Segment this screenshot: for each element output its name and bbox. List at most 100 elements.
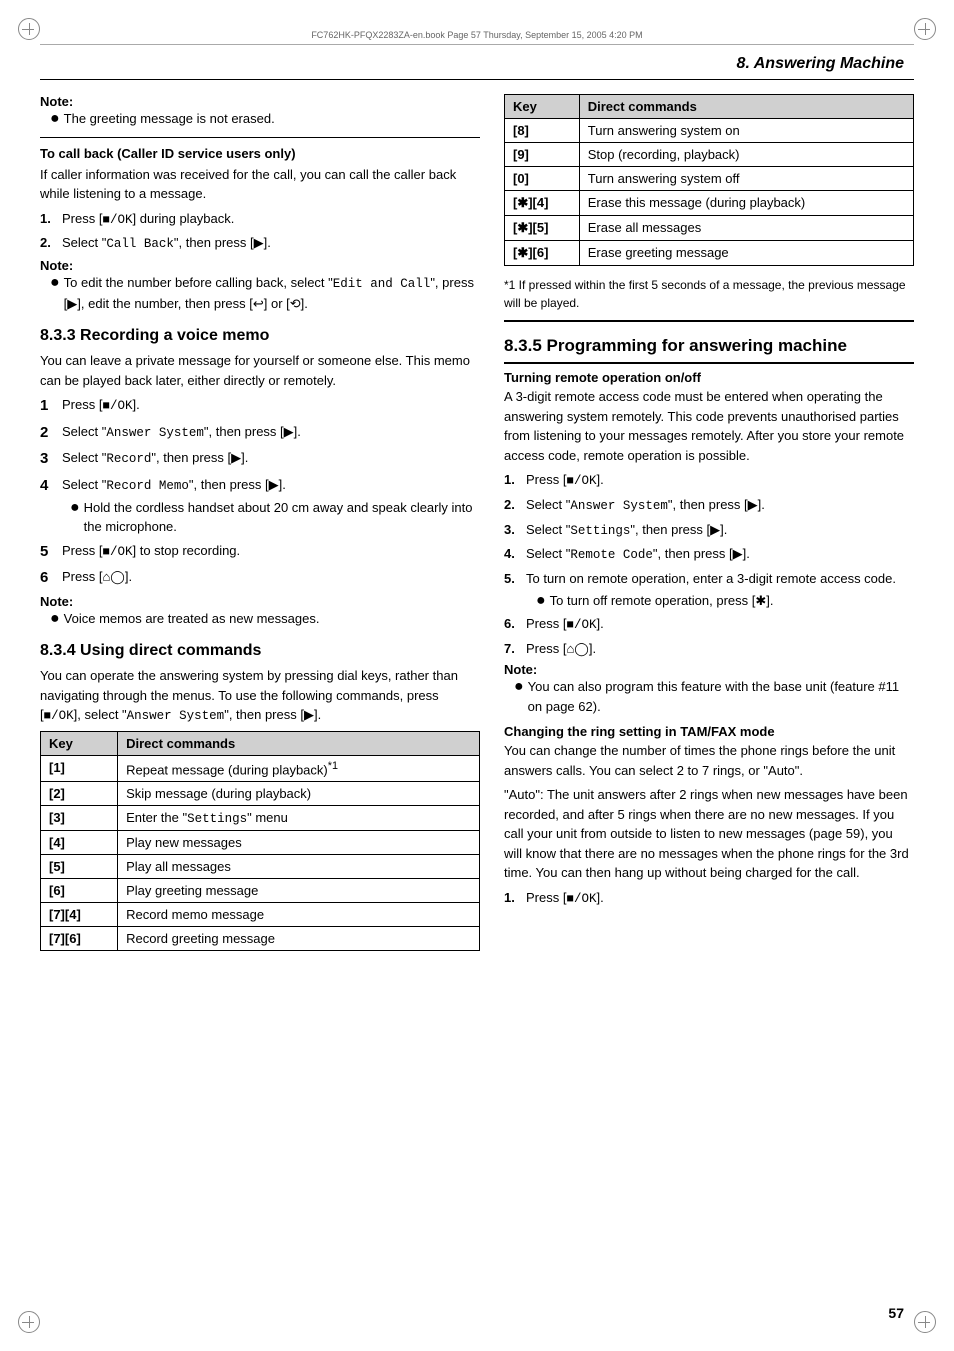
table2-header-key: Key <box>505 95 580 119</box>
table1-key-1: [1] <box>41 755 118 781</box>
step-content-2: Select "Call Back", then press [▶]. <box>62 233 480 254</box>
ring-body-1: You can change the number of times the p… <box>504 741 914 780</box>
table1-key-5: [5] <box>41 855 118 879</box>
bullet-833: ● <box>50 609 60 628</box>
bullet-1: ● <box>50 109 60 128</box>
step-callback-1: 1. Press [■/OK] during playback. <box>40 209 480 230</box>
step-835-content-5: To turn on remote operation, enter a 3-d… <box>526 569 914 610</box>
callback-body: If caller information was received for t… <box>40 165 480 204</box>
mono-callback: Call Back <box>106 237 174 251</box>
note-text-callback: To edit the number before calling back, … <box>64 273 480 313</box>
table-row: [✱][4] Erase this message (during playba… <box>505 191 914 216</box>
note-item-callback: ● To edit the number before calling back… <box>50 273 480 313</box>
mono-ok-835-6: ■/OK <box>566 618 596 632</box>
step-833-num-3: 3 <box>40 448 56 471</box>
step-833-content-2: Select "Answer System", then press [▶]. <box>62 422 480 445</box>
table-row: [2] Skip message (during playback) <box>41 782 480 806</box>
mono-ok-1: ■/OK <box>102 213 132 227</box>
table1-header-commands: Direct commands <box>118 731 480 755</box>
table2-cmd-star6: Erase greeting message <box>579 241 913 266</box>
bullet-callback: ● <box>50 273 60 292</box>
table2-header-commands: Direct commands <box>579 95 913 119</box>
step-835-sub-text: To turn off remote operation, press [✱]. <box>550 591 774 611</box>
chapter-title: 8. Answering Machine <box>737 55 904 73</box>
step-833-num-1: 1 <box>40 395 56 418</box>
mono-record-833: Record <box>106 452 151 466</box>
table2-key-star5: [✱][5] <box>505 216 580 241</box>
table1-cmd-5: Play all messages <box>118 855 480 879</box>
note-callback: Note: ● To edit the number before callin… <box>40 258 480 313</box>
table1-cmd-1: Repeat message (during playback)*1 <box>118 755 480 781</box>
section-834-body: You can operate the answering system by … <box>40 666 480 726</box>
step-833-2: 2 Select "Answer System", then press [▶]… <box>40 422 480 445</box>
table-row: [7][6] Record greeting message <box>41 927 480 951</box>
step-833-content-1: Press [■/OK]. <box>62 395 480 418</box>
table1-cmd-6: Play greeting message <box>118 879 480 903</box>
step-835-6: 6. Press [■/OK]. <box>504 614 914 635</box>
file-info: FC762HK-PFQX2283ZA-en.book Page 57 Thurs… <box>40 30 914 45</box>
table1-cmd-74: Record memo message <box>118 903 480 927</box>
note-label-833: Note: <box>40 594 480 609</box>
step-833-6: 6 Press [⌂◯]. <box>40 567 480 590</box>
step-835-5: 5. To turn on remote operation, enter a … <box>504 569 914 610</box>
table1-key-6: [6] <box>41 879 118 903</box>
table1-key-76: [7][6] <box>41 927 118 951</box>
right-column: Key Direct commands [8] Turn answering s… <box>504 94 914 961</box>
step-833-3: 3 Select "Record", then press [▶]. <box>40 448 480 471</box>
note-greeting-not-erased: Note: ● The greeting message is not eras… <box>40 94 480 129</box>
table2-cmd-9: Stop (recording, playback) <box>579 143 913 167</box>
step-835-content-1: Press [■/OK]. <box>526 470 914 491</box>
mono-ok-833-5: ■/OK <box>102 545 132 559</box>
step-833-1: 1 Press [■/OK]. <box>40 395 480 418</box>
corner-tr <box>914 18 936 40</box>
step-833-sub-bullet: ● Hold the cordless handset about 20 cm … <box>70 498 480 537</box>
step-835-num-3: 3. <box>504 520 520 541</box>
step-835-1: 1. Press [■/OK]. <box>504 470 914 491</box>
mono-edit-call: Edit and Call <box>333 277 431 291</box>
direct-commands-table-1: Key Direct commands [1] Repeat message (… <box>40 731 480 951</box>
corner-br <box>914 1311 936 1333</box>
table-row: [9] Stop (recording, playback) <box>505 143 914 167</box>
step-835-num-4: 4. <box>504 544 520 565</box>
table1-cmd-76: Record greeting message <box>118 927 480 951</box>
ring-heading: Changing the ring setting in TAM/FAX mod… <box>504 724 914 739</box>
section-divider-835b <box>504 362 914 364</box>
step-833-num-2: 2 <box>40 422 56 445</box>
note-text-833: Voice memos are treated as new messages. <box>64 609 320 629</box>
note-label-callback: Note: <box>40 258 480 273</box>
mono-ok-835-1: ■/OK <box>566 474 596 488</box>
mono-ok-834: ■/OK <box>44 709 74 723</box>
step-835-3: 3. Select "Settings", then press [▶]. <box>504 520 914 541</box>
divider-1 <box>40 137 480 138</box>
table-row: [7][4] Record memo message <box>41 903 480 927</box>
mono-ok-833-1: ■/OK <box>102 399 132 413</box>
table2-cmd-8: Turn answering system on <box>579 119 913 143</box>
ring-body-2: "Auto": The unit answers after 2 rings w… <box>504 785 914 883</box>
table1-key-2: [2] <box>41 782 118 806</box>
step-833-5: 5 Press [■/OK] to stop recording. <box>40 541 480 564</box>
step-835-content-2: Select "Answer System", then press [▶]. <box>526 495 914 516</box>
table2-key-star4: [✱][4] <box>505 191 580 216</box>
step-835-2: 2. Select "Answer System", then press [▶… <box>504 495 914 516</box>
step-833-num-6: 6 <box>40 567 56 590</box>
table2-cmd-0: Turn answering system off <box>579 167 913 191</box>
step-content-1: Press [■/OK] during playback. <box>62 209 480 230</box>
bullet-835: ● <box>536 591 546 610</box>
footnote-1: *1 If pressed within the first 5 seconds… <box>504 276 914 312</box>
table-row: [5] Play all messages <box>41 855 480 879</box>
step-835-num-6: 6. <box>504 614 520 635</box>
section-835-heading: 8.3.5 Programming for answering machine <box>504 336 914 356</box>
step-833-sub-text: Hold the cordless handset about 20 cm aw… <box>84 498 480 537</box>
mono-ok-ring-1: ■/OK <box>566 892 596 906</box>
step-833-num-5: 5 <box>40 541 56 564</box>
page: FC762HK-PFQX2283ZA-en.book Page 57 Thurs… <box>0 0 954 1351</box>
step-835-7: 7. Press [⌂◯]. <box>504 639 914 659</box>
section-833-body: You can leave a private message for your… <box>40 351 480 390</box>
note-833: Note: ● Voice memos are treated as new m… <box>40 594 480 629</box>
table-row: [8] Turn answering system on <box>505 119 914 143</box>
turning-body: A 3-digit remote access code must be ent… <box>504 387 914 465</box>
table-row: [0] Turn answering system off <box>505 167 914 191</box>
step-833-num-4: 4 <box>40 475 56 537</box>
step-835-num-2: 2. <box>504 495 520 516</box>
table1-cmd-2: Skip message (during playback) <box>118 782 480 806</box>
